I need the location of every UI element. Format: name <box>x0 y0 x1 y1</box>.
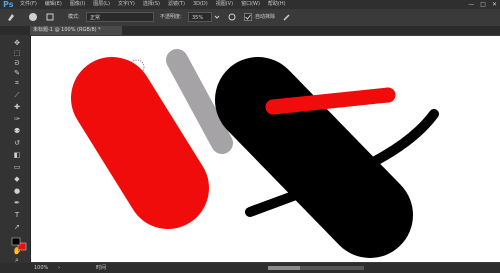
black-brush-strokes <box>215 57 439 258</box>
color-swatches[interactable] <box>10 237 28 251</box>
brush-icon[interactable]: ✑ <box>12 115 22 124</box>
opacity-label: 不透明度: <box>160 14 182 20</box>
menu-bar: Ps 文件(F) 编辑(E) 图像(I) 图层(L) 文字(Y) 选择(S) 滤… <box>0 0 500 9</box>
red-brush-stroke <box>71 57 209 229</box>
menu-file[interactable]: 文件(F) <box>20 0 37 9</box>
type-icon[interactable]: T <box>12 211 22 220</box>
eraser-icon[interactable]: ◧ <box>12 151 22 160</box>
menu-help[interactable]: 帮助(H) <box>268 0 286 9</box>
menu-edit[interactable]: 编辑(E) <box>45 0 62 9</box>
blur-icon[interactable]: ◆ <box>12 175 22 184</box>
menu-window[interactable]: 窗口(W) <box>241 0 260 9</box>
tab-bar: 未标题-1 @ 100% (RGB/8) * <box>0 26 500 35</box>
clone-icon[interactable]: ⚉ <box>12 127 22 136</box>
move-icon[interactable]: ✥ <box>12 39 22 48</box>
tools-panel: ✥ ⬚ ᘐ ✎ ⌗ ⟋ ✚ ✑ ⚉ ↺ ◧ ▭ ◆ ● ✒ T ➚ ▭ ✋ ⌕ <box>0 35 31 264</box>
eyedropper-icon[interactable]: ⟋ <box>12 91 22 100</box>
menu-view[interactable]: 视图(V) <box>216 0 233 9</box>
document-tab[interactable]: 未标题-1 @ 100% (RGB/8) * <box>30 26 122 35</box>
ps-logo: Ps <box>3 0 14 9</box>
pen-icon[interactable]: ✒ <box>12 199 22 208</box>
zoom-icon[interactable]: ⌕ <box>12 256 22 264</box>
document-canvas[interactable] <box>31 36 500 262</box>
gradient-icon[interactable]: ▭ <box>12 163 22 172</box>
mode-select[interactable]: 正常 <box>86 12 154 22</box>
pressure-size-icon[interactable] <box>282 12 292 22</box>
auto-erase-label: 自动抹除 <box>255 14 276 20</box>
status-arrow[interactable]: › <box>58 263 60 273</box>
status-bar: 100% › 时间 <box>0 263 500 273</box>
menu-3d[interactable]: 3D(D) <box>193 0 208 9</box>
auto-erase-checkbox[interactable] <box>244 12 252 22</box>
quick-select-icon[interactable]: ✎ <box>12 69 22 78</box>
close-icon[interactable]: ✕ <box>492 0 497 9</box>
pressure-opacity-icon[interactable] <box>228 12 236 22</box>
horizontal-scrollbar[interactable] <box>268 266 364 270</box>
zoom-level[interactable]: 100% <box>34 263 48 273</box>
menu-image[interactable]: 图像(I) <box>70 0 85 9</box>
marquee-icon[interactable]: ⬚ <box>12 49 22 58</box>
opacity-dropdown-icon[interactable] <box>214 12 220 22</box>
menu-items: 文件(F) 编辑(E) 图像(I) 图层(L) 文字(Y) 选择(S) 滤镜(T… <box>20 0 286 9</box>
path-select-icon[interactable]: ➚ <box>12 223 22 232</box>
window-controls: — □ ✕ <box>468 0 497 9</box>
brush-preset-picker[interactable] <box>28 12 38 22</box>
options-bar: 模式: 正常 不透明度: 35% 自动抹除 <box>0 9 500 27</box>
menu-layer[interactable]: 图层(L) <box>93 0 110 9</box>
minimize-icon[interactable]: — <box>468 0 474 9</box>
history-brush-icon[interactable]: ↺ <box>12 139 22 148</box>
canvas-drawing <box>71 49 439 258</box>
status-extra: 时间 <box>96 265 107 271</box>
menu-select[interactable]: 选择(S) <box>143 0 160 9</box>
menu-filter[interactable]: 滤镜(T) <box>168 0 185 9</box>
menu-type[interactable]: 文字(Y) <box>118 0 135 9</box>
maximize-icon[interactable]: □ <box>480 0 486 9</box>
scrollbar-thumb[interactable] <box>268 266 300 270</box>
crop-icon[interactable]: ⌗ <box>12 79 22 88</box>
eraser-tool-icon[interactable] <box>6 12 16 22</box>
mode-label: 模式: <box>68 14 80 20</box>
opacity-input[interactable]: 35% <box>188 12 212 22</box>
heal-icon[interactable]: ✚ <box>12 103 22 112</box>
brush-panel-icon[interactable] <box>46 12 54 22</box>
dodge-icon[interactable]: ● <box>12 187 22 196</box>
lasso-icon[interactable]: ᘐ <box>12 59 22 68</box>
